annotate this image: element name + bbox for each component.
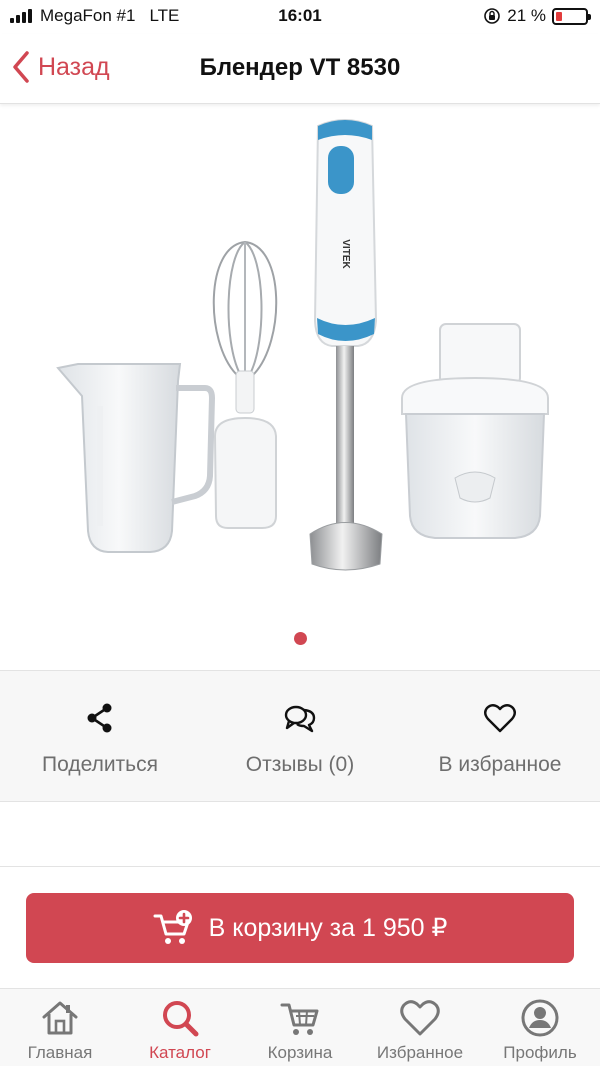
cart-icon bbox=[280, 1003, 319, 1035]
product-screen: MegaFon #1 LTE 16:01 21 % Назад Блендер … bbox=[0, 0, 600, 1066]
divider bbox=[0, 866, 600, 867]
battery-percent: 21 % bbox=[507, 6, 546, 25]
product-image[interactable]: VITEK bbox=[0, 106, 600, 626]
tab-home-label: Главная bbox=[27, 1043, 93, 1062]
tab-catalog[interactable]: Каталог bbox=[120, 989, 240, 1066]
battery-icon bbox=[552, 7, 591, 25]
tab-catalog-label: Каталог bbox=[149, 1043, 211, 1062]
favorite-button[interactable]: В избранное bbox=[400, 671, 600, 801]
brand-logo: VITEK bbox=[340, 239, 351, 269]
tab-cart-label: Корзина bbox=[267, 1043, 333, 1062]
pagination-dot-active[interactable] bbox=[293, 632, 307, 645]
cart-add-icon bbox=[153, 910, 192, 944]
share-icon bbox=[87, 703, 112, 733]
product-actions: Поделиться Отзывы (0) В избранное bbox=[0, 670, 600, 802]
tab-bar: Главная Каталог Корзина Избранное Профил… bbox=[0, 988, 600, 1066]
status-right: 21 % bbox=[483, 6, 591, 26]
home-icon bbox=[42, 1001, 78, 1035]
share-label: Поделиться bbox=[42, 753, 158, 776]
reviews-button[interactable]: Отзывы (0) bbox=[200, 671, 400, 801]
add-to-cart-label: В корзину за 1 950 ₽ bbox=[208, 914, 448, 942]
heart-icon bbox=[400, 1000, 440, 1036]
chat-bubbles-icon bbox=[284, 705, 316, 733]
reviews-label: Отзывы (0) bbox=[245, 753, 355, 776]
tab-favorites-label: Избранное bbox=[376, 1043, 464, 1062]
navigation-bar: Назад Блендер VT 8530 bbox=[0, 34, 600, 104]
tab-cart[interactable]: Корзина bbox=[240, 989, 360, 1066]
product-photo: VITEK bbox=[56, 119, 549, 571]
tab-profile[interactable]: Профиль bbox=[480, 989, 600, 1066]
tab-favorites[interactable]: Избранное bbox=[360, 989, 480, 1066]
immersion-blender: VITEK bbox=[309, 119, 383, 571]
heart-icon bbox=[484, 704, 516, 733]
battery-level bbox=[556, 11, 562, 21]
tab-profile-label: Профиль bbox=[503, 1043, 577, 1062]
status-bar: MegaFon #1 LTE 16:01 21 % bbox=[0, 0, 600, 34]
gallery-pagination bbox=[0, 632, 600, 645]
orientation-lock-icon bbox=[484, 8, 501, 24]
page-title: Блендер VT 8530 bbox=[199, 54, 401, 81]
share-button[interactable]: Поделиться bbox=[0, 671, 200, 801]
favorite-label: В избранное bbox=[438, 753, 562, 776]
profile-icon bbox=[521, 999, 559, 1037]
tab-home[interactable]: Главная bbox=[0, 989, 120, 1066]
add-to-cart-button[interactable]: В корзину за 1 950 ₽ bbox=[26, 893, 574, 963]
search-icon bbox=[163, 1001, 199, 1037]
chopper-bowl bbox=[401, 323, 549, 539]
whisk-attachment bbox=[212, 240, 278, 529]
measuring-jug bbox=[56, 363, 216, 553]
